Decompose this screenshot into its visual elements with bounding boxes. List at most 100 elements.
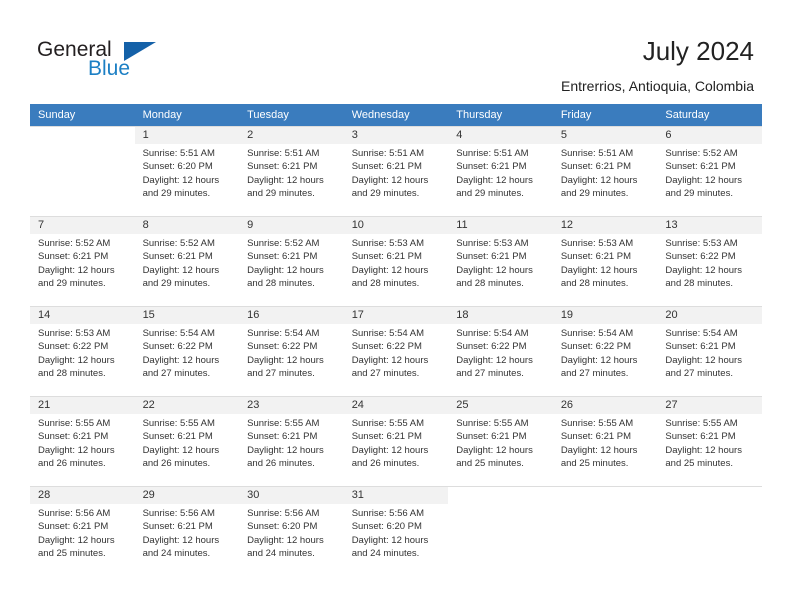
calendar-day[interactable]: 21 Sunrise: 5:55 AM Sunset: 6:21 PM Dayligh… (30, 396, 135, 486)
calendar-cell: 25 Sunrise: 5:55 AM Sunset: 6:21 PM Dayligh… (448, 396, 553, 486)
day-details: Sunrise: 5:56 AM Sunset: 6:20 PM Daylight:… (239, 504, 344, 561)
calendar-day[interactable]: 8 Sunrise: 5:52 AM Sunset: 6:21 PM Daylight… (134, 216, 240, 306)
calendar-cell: 10 Sunrise: 5:53 AM Sunset: 6:21 PM Dayligh… (343, 216, 449, 306)
calendar-day[interactable]: 13 Sunrise: 5:53 AM Sunset: 6:22 PM Dayligh… (657, 216, 762, 306)
day-details: Sunrise: 5:54 AM Sunset: 6:22 PM Daylight:… (344, 324, 449, 381)
calendar-day[interactable]: 6 Sunrise: 5:52 AM Sunset: 6:21 PM Daylight… (657, 126, 762, 216)
general-blue-logo[interactable]: General Blue (37, 38, 217, 82)
day-detail-sunset: Sunset: 6:21 PM (560, 251, 632, 263)
day-detail-sunrise: Sunrise: 5:51 AM (351, 148, 425, 159)
calendar-day[interactable]: 11 Sunrise: 5:53 AM Sunset: 6:21 PM Dayligh… (448, 216, 553, 306)
calendar-cell: 2 Sunrise: 5:51 AM Sunset: 6:21 PM Daylight… (239, 126, 344, 216)
calendar-day[interactable]: 26 Sunrise: 5:55 AM Sunset: 6:21 PM Dayligh… (552, 396, 658, 486)
calendar-cell: 6 Sunrise: 5:52 AM Sunset: 6:21 PM Daylight… (657, 126, 762, 216)
calendar-day[interactable]: 25 Sunrise: 5:55 AM Sunset: 6:21 PM Dayligh… (448, 396, 553, 486)
calendar-day[interactable]: 12 Sunrise: 5:53 AM Sunset: 6:21 PM Dayligh… (552, 216, 658, 306)
calendar-cell (30, 126, 135, 216)
calendar-day[interactable]: 1 Sunrise: 5:51 AM Sunset: 6:20 PM Daylight… (134, 126, 240, 216)
day-details: Sunrise: 5:54 AM Sunset: 6:22 PM Daylight:… (553, 324, 658, 381)
day-details: Sunrise: 5:56 AM Sunset: 6:21 PM Daylight:… (30, 504, 135, 561)
calendar-day[interactable]: 23 Sunrise: 5:55 AM Sunset: 6:21 PM Dayligh… (239, 396, 344, 486)
calendar-day[interactable]: 29 Sunrise: 5:56 AM Sunset: 6:21 PM Dayligh… (134, 486, 240, 576)
calendar-cell: 26 Sunrise: 5:55 AM Sunset: 6:21 PM Dayligh… (552, 396, 658, 486)
calendar-day[interactable]: 5 Sunrise: 5:51 AM Sunset: 6:21 PM Daylight… (552, 126, 658, 216)
day-detail-daylight-line2: and 29 minutes. (456, 188, 524, 200)
day-detail-sunrise: Sunrise: 5:52 AM (665, 148, 738, 159)
day-number (553, 487, 658, 504)
day-detail-sunset: Sunset: 6:20 PM (247, 521, 318, 533)
calendar-cell: 20 Sunrise: 5:54 AM Sunset: 6:21 PM Dayligh… (657, 306, 762, 396)
day-details: Sunrise: 5:53 AM Sunset: 6:21 PM Daylight:… (344, 234, 449, 291)
day-details: Sunrise: 5:55 AM Sunset: 6:21 PM Daylight:… (239, 414, 344, 471)
calendar-cell: 5 Sunrise: 5:51 AM Sunset: 6:21 PM Daylight… (552, 126, 658, 216)
day-detail-daylight-line2: and 26 minutes. (38, 458, 106, 470)
day-detail-daylight-line2: and 27 minutes. (560, 368, 629, 380)
day-detail-sunset: Sunset: 6:21 PM (38, 251, 109, 263)
calendar-day[interactable]: 22 Sunrise: 5:55 AM Sunset: 6:21 PM Dayligh… (134, 396, 240, 486)
day-number: 30 (239, 487, 344, 504)
day-detail-sunrise: Sunrise: 5:53 AM (665, 238, 738, 249)
day-details: Sunrise: 5:54 AM Sunset: 6:22 PM Daylight:… (135, 324, 240, 381)
day-number: 25 (448, 397, 553, 414)
calendar-day[interactable]: 24 Sunrise: 5:55 AM Sunset: 6:21 PM Dayligh… (343, 396, 449, 486)
calendar-day[interactable]: 4 Sunrise: 5:51 AM Sunset: 6:21 PM Daylight… (448, 126, 553, 216)
day-detail-daylight-line2: and 24 minutes. (142, 548, 211, 560)
calendar-week-row: 14 Sunrise: 5:53 AM Sunset: 6:22 PM Dayligh… (30, 306, 762, 396)
calendar-cell (552, 486, 658, 576)
day-detail-daylight-line1: Daylight: 12 hours (665, 444, 742, 456)
calendar-cell: 17 Sunrise: 5:54 AM Sunset: 6:22 PM Dayligh… (343, 306, 449, 396)
calendar-day[interactable]: 31 Sunrise: 5:56 AM Sunset: 6:20 PM Dayligh… (343, 486, 449, 576)
calendar-day[interactable]: 16 Sunrise: 5:54 AM Sunset: 6:22 PM Dayligh… (239, 306, 344, 396)
day-number: 16 (239, 307, 344, 324)
calendar-day[interactable]: 9 Sunrise: 5:52 AM Sunset: 6:21 PM Daylight… (239, 216, 344, 306)
day-detail-sunset: Sunset: 6:21 PM (351, 161, 422, 173)
calendar-day[interactable]: 30 Sunrise: 5:56 AM Sunset: 6:20 PM Dayligh… (239, 486, 344, 576)
weekday-header-saturday: Saturday (657, 104, 762, 126)
day-details: Sunrise: 5:55 AM Sunset: 6:21 PM Daylight:… (553, 414, 658, 471)
day-details: Sunrise: 5:54 AM Sunset: 6:22 PM Daylight:… (448, 324, 553, 381)
calendar-cell: 24 Sunrise: 5:55 AM Sunset: 6:21 PM Dayligh… (343, 396, 449, 486)
calendar-day[interactable]: 20 Sunrise: 5:54 AM Sunset: 6:21 PM Dayligh… (657, 306, 762, 396)
calendar-day[interactable]: 14 Sunrise: 5:53 AM Sunset: 6:22 PM Dayligh… (30, 306, 135, 396)
calendar-day[interactable]: 27 Sunrise: 5:55 AM Sunset: 6:21 PM Dayligh… (657, 396, 762, 486)
day-number: 26 (552, 397, 658, 414)
calendar-cell: 8 Sunrise: 5:52 AM Sunset: 6:21 PM Daylight… (134, 216, 240, 306)
day-details: Sunrise: 5:53 AM Sunset: 6:22 PM Daylight:… (657, 234, 762, 291)
calendar-day[interactable]: 2 Sunrise: 5:51 AM Sunset: 6:21 PM Daylight… (239, 126, 344, 216)
day-detail-daylight-line2: and 25 minutes. (665, 458, 733, 470)
calendar-day[interactable]: 3 Sunrise: 5:51 AM Sunset: 6:21 PM Daylight… (343, 126, 449, 216)
day-detail-daylight-line2: and 27 minutes. (142, 368, 211, 380)
calendar-cell: 4 Sunrise: 5:51 AM Sunset: 6:21 PM Daylight… (448, 126, 553, 216)
day-details: Sunrise: 5:51 AM Sunset: 6:21 PM Daylight:… (553, 144, 658, 201)
day-details: Sunrise: 5:55 AM Sunset: 6:21 PM Daylight:… (448, 414, 553, 471)
day-detail-daylight-line2: and 29 minutes. (560, 188, 629, 200)
day-number: 23 (239, 397, 344, 414)
day-detail-daylight-line1: Daylight: 12 hours (351, 264, 429, 276)
day-detail-daylight-line2: and 29 minutes. (38, 278, 106, 290)
calendar-cell: 29 Sunrise: 5:56 AM Sunset: 6:21 PM Dayligh… (134, 486, 240, 576)
day-detail-sunrise: Sunrise: 5:51 AM (456, 148, 529, 159)
day-detail-daylight-line1: Daylight: 12 hours (456, 444, 533, 456)
weekday-header-monday: Monday (134, 104, 240, 126)
calendar-day[interactable]: 18 Sunrise: 5:54 AM Sunset: 6:22 PM Dayligh… (448, 306, 553, 396)
calendar-day[interactable]: 7 Sunrise: 5:52 AM Sunset: 6:21 PM Daylight… (30, 216, 135, 306)
calendar-day[interactable]: 17 Sunrise: 5:54 AM Sunset: 6:22 PM Dayligh… (343, 306, 449, 396)
calendar-day[interactable]: 10 Sunrise: 5:53 AM Sunset: 6:21 PM Dayligh… (343, 216, 449, 306)
logo-text-blue: Blue (88, 57, 131, 80)
calendar-day[interactable]: 28 Sunrise: 5:56 AM Sunset: 6:21 PM Dayligh… (30, 486, 135, 576)
day-details: Sunrise: 5:54 AM Sunset: 6:21 PM Daylight:… (657, 324, 762, 381)
calendar-day[interactable]: 15 Sunrise: 5:54 AM Sunset: 6:22 PM Dayligh… (134, 306, 240, 396)
day-number: 1 (134, 127, 240, 144)
day-number: 12 (552, 217, 658, 234)
day-detail-sunset: Sunset: 6:21 PM (351, 251, 422, 263)
calendar-day-empty (552, 486, 658, 576)
calendar-day[interactable]: 19 Sunrise: 5:54 AM Sunset: 6:22 PM Dayligh… (552, 306, 658, 396)
day-detail-daylight-line1: Daylight: 12 hours (38, 444, 115, 456)
day-detail-sunset: Sunset: 6:21 PM (351, 431, 422, 443)
day-detail-daylight-line2: and 29 minutes. (247, 188, 315, 200)
calendar-cell: 11 Sunrise: 5:53 AM Sunset: 6:21 PM Dayligh… (448, 216, 553, 306)
day-detail-sunrise: Sunrise: 5:54 AM (142, 328, 215, 339)
day-number: 8 (134, 217, 240, 234)
calendar-cell: 1 Sunrise: 5:51 AM Sunset: 6:20 PM Daylight… (134, 126, 240, 216)
calendar-body: 1 Sunrise: 5:51 AM Sunset: 6:20 PM Daylight… (30, 126, 762, 576)
